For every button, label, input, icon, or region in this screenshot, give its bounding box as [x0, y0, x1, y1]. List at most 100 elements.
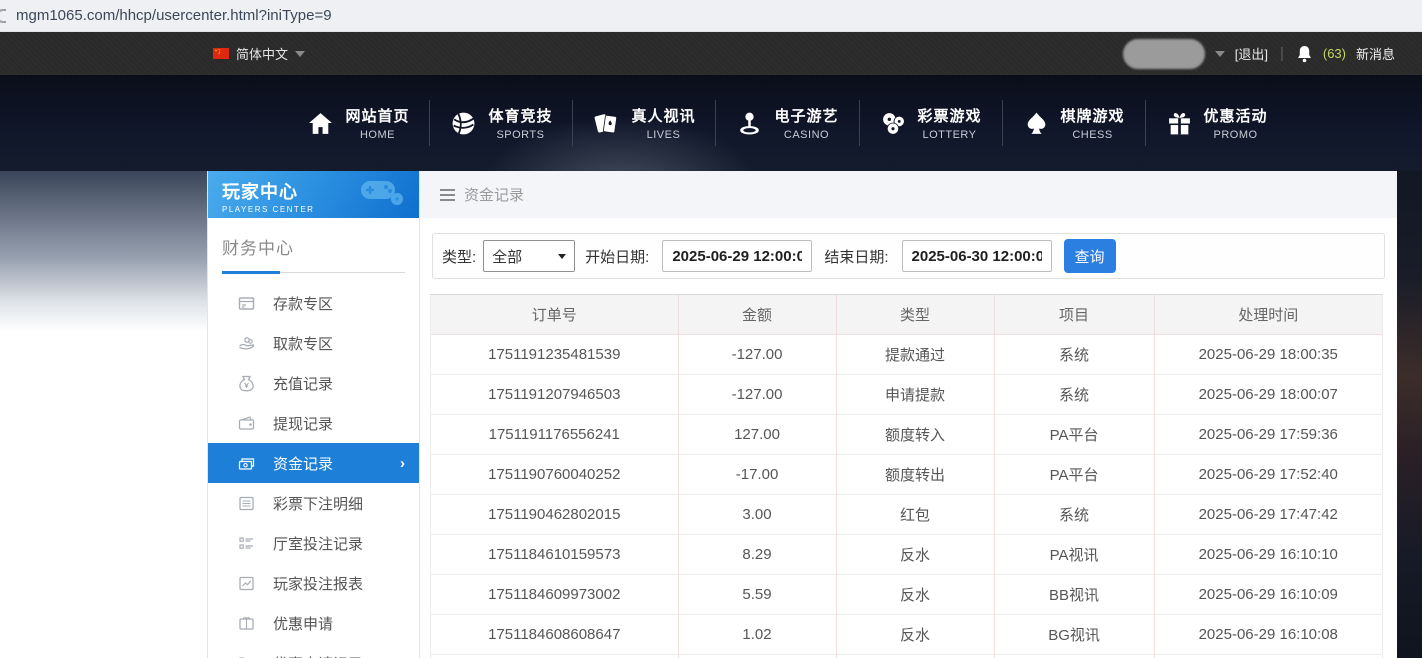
sidebar-item-deposit-zone[interactable]: 存款专区: [208, 283, 419, 323]
nav-item-sports[interactable]: 体育竞技 SPORTS: [430, 105, 572, 141]
col-order-no: 订单号: [431, 295, 679, 335]
cell-order-no: 1751184610159573: [431, 535, 679, 575]
sidebar-item-promo-apply[interactable]: 优惠申请: [208, 603, 419, 643]
nav-label-zh: 网站首页: [345, 105, 409, 126]
nav-item-lives[interactable]: 真人视讯 LIVES: [573, 105, 715, 141]
sidebar-item-label: 玩家投注报表: [273, 573, 363, 594]
sidebar-item-lottery-detail[interactable]: 彩票下注明细: [208, 483, 419, 523]
promo-record-icon: [238, 655, 255, 658]
cell-item: 系统: [994, 495, 1154, 535]
joystick-icon: [736, 110, 763, 137]
col-item: 项目: [994, 295, 1154, 335]
table-row: 1751184608608647 1.02 反水 BG视讯 2025-06-29…: [431, 615, 1383, 655]
chevron-right-icon: ›: [400, 455, 405, 472]
lottery-balls-icon: [880, 110, 907, 137]
logout-button[interactable]: [退出]: [1235, 44, 1268, 63]
username-redacted[interactable]: [1123, 39, 1205, 69]
nav-item-casino[interactable]: 电子游艺 CASINO: [716, 105, 858, 141]
start-date-label: 开始日期:: [585, 246, 649, 267]
browser-url-bar[interactable]: mgm1065.com/hhcp/usercenter.html?iniType…: [0, 0, 1422, 32]
sidebar-item-label: 厅室投注记录: [273, 533, 363, 554]
cell-item: 系统: [994, 375, 1154, 415]
cell-time: 2025-06-29 17:59:36: [1154, 415, 1383, 455]
table-row: 1751184609973002 5.59 反水 BB视讯 2025-06-29…: [431, 575, 1383, 615]
nav-label-zh: 棋牌游戏: [1061, 105, 1125, 126]
sidebar-item-label: 优惠申请: [273, 613, 333, 634]
cell-order-no: 1751190760040252: [431, 455, 679, 495]
cell-time: 2025-06-29 18:00:07: [1154, 375, 1383, 415]
reload-icon[interactable]: [0, 9, 6, 23]
withdraw-zone-icon: [238, 335, 255, 352]
query-button[interactable]: 查询: [1064, 239, 1116, 273]
cell-amount: -127.00: [678, 375, 836, 415]
table-header-row: 订单号 金额 类型 项目 处理时间: [431, 295, 1383, 335]
sidebar-item-hall-bet-record[interactable]: 厅室投注记录: [208, 523, 419, 563]
cell-amount: 127.00: [678, 415, 836, 455]
nav-label-zh: 彩票游戏: [918, 105, 982, 126]
table-row: 1751190760040252 -17.00 额度转出 PA平台 2025-0…: [431, 455, 1383, 495]
player-report-icon: [238, 575, 255, 592]
col-amount: 金额: [678, 295, 836, 335]
cell-type: 反水: [836, 575, 994, 615]
nav-item-promo[interactable]: 优惠活动 PROMO: [1146, 105, 1288, 141]
cell-item: BB视讯: [994, 575, 1154, 615]
cell-type: 红包: [836, 495, 994, 535]
sidebar-item-promo-record[interactable]: 优惠申请记录: [208, 643, 419, 658]
table-row: 1751190462802015 3.00 红包 系统 2025-06-29 1…: [431, 495, 1383, 535]
cell-item: PA平台: [994, 415, 1154, 455]
page-background-right: [1397, 171, 1422, 658]
end-date-input[interactable]: [902, 240, 1052, 272]
breadcrumb: 资金记录: [420, 171, 1397, 218]
end-date-label: 结束日期:: [824, 246, 888, 267]
playing-cards-icon: [593, 110, 620, 137]
cell-order-no: 1751191207946503: [431, 375, 679, 415]
sports-ball-icon: [450, 110, 477, 137]
withdraw-record-icon: [238, 415, 255, 432]
nav-label-en: HOME: [360, 129, 395, 141]
funds-record-icon: [238, 455, 255, 472]
sidebar-item-recharge-record[interactable]: 充值记录: [208, 363, 419, 403]
page-url[interactable]: mgm1065.com/hhcp/usercenter.html?iniType…: [16, 7, 332, 24]
user-chevron-down-icon[interactable]: [1215, 51, 1225, 57]
recharge-record-icon: [238, 375, 255, 392]
main-nav: 网站首页 HOME 体育竞技 SPORTS 真人视讯: [0, 75, 1422, 171]
cell-amount: 8.29: [678, 535, 836, 575]
cell-time: 2025-06-29 18:00:35: [1154, 335, 1383, 375]
nav-label-en: LIVES: [647, 129, 681, 141]
cell-order-no: 1751190462802015: [431, 495, 679, 535]
home-icon: [307, 110, 334, 137]
sidebar-item-withdraw-zone[interactable]: 取款专区: [208, 323, 419, 363]
gamepad-icon: [359, 177, 405, 207]
top-bar: 简体中文 [退出] | (63) 新消息: [0, 32, 1422, 75]
nav-label-zh: 体育竞技: [488, 105, 552, 126]
sidebar-item-funds-record[interactable]: 资金记录 ›: [208, 443, 419, 483]
nav-item-chess[interactable]: 棋牌游戏 CHESS: [1003, 105, 1145, 141]
cell-type: 提款通过: [836, 335, 994, 375]
table-row: 1751191207946503 -127.00 申请提款 系统 2025-06…: [431, 375, 1383, 415]
sidebar-menu: 存款专区 取款专区 充值记录 提现记录: [208, 283, 419, 658]
sidebar-item-player-report[interactable]: 玩家投注报表: [208, 563, 419, 603]
table-row: 1751184610159573 8.29 反水 PA视讯 2025-06-29…: [431, 535, 1383, 575]
menu-icon[interactable]: [440, 189, 455, 201]
new-message-link[interactable]: 新消息: [1356, 44, 1395, 63]
nav-item-lottery[interactable]: 彩票游戏 LOTTERY: [860, 105, 1002, 141]
cell-time: 2025-06-29 16:10:08: [1154, 615, 1383, 655]
cell-order-no: 1751191235481539: [431, 335, 679, 375]
nav-label-en: PROMO: [1214, 129, 1258, 141]
sidebar-item-label: 优惠申请记录: [273, 653, 363, 658]
start-date-input[interactable]: [662, 240, 812, 272]
message-count-badge[interactable]: (63): [1323, 46, 1346, 61]
nav-label-en: CHESS: [1072, 129, 1112, 141]
language-selector[interactable]: 简体中文: [213, 44, 305, 63]
sidebar-item-withdraw-record[interactable]: 提现记录: [208, 403, 419, 443]
cell-amount: -127.00: [678, 335, 836, 375]
nav-item-home[interactable]: 网站首页 HOME: [287, 105, 429, 141]
sidebar-item-label: 资金记录: [273, 453, 333, 474]
bell-icon[interactable]: [1296, 45, 1313, 63]
cell-time: 2025-06-29 16:10:09: [1154, 575, 1383, 615]
section-title: 财务中心: [222, 234, 405, 259]
type-select[interactable]: 全部: [483, 240, 575, 272]
type-label: 类型:: [442, 246, 476, 267]
nav-label-zh: 真人视讯: [631, 105, 695, 126]
filter-bar: 类型: 全部 开始日期: 结束日期: 查询: [432, 233, 1385, 279]
